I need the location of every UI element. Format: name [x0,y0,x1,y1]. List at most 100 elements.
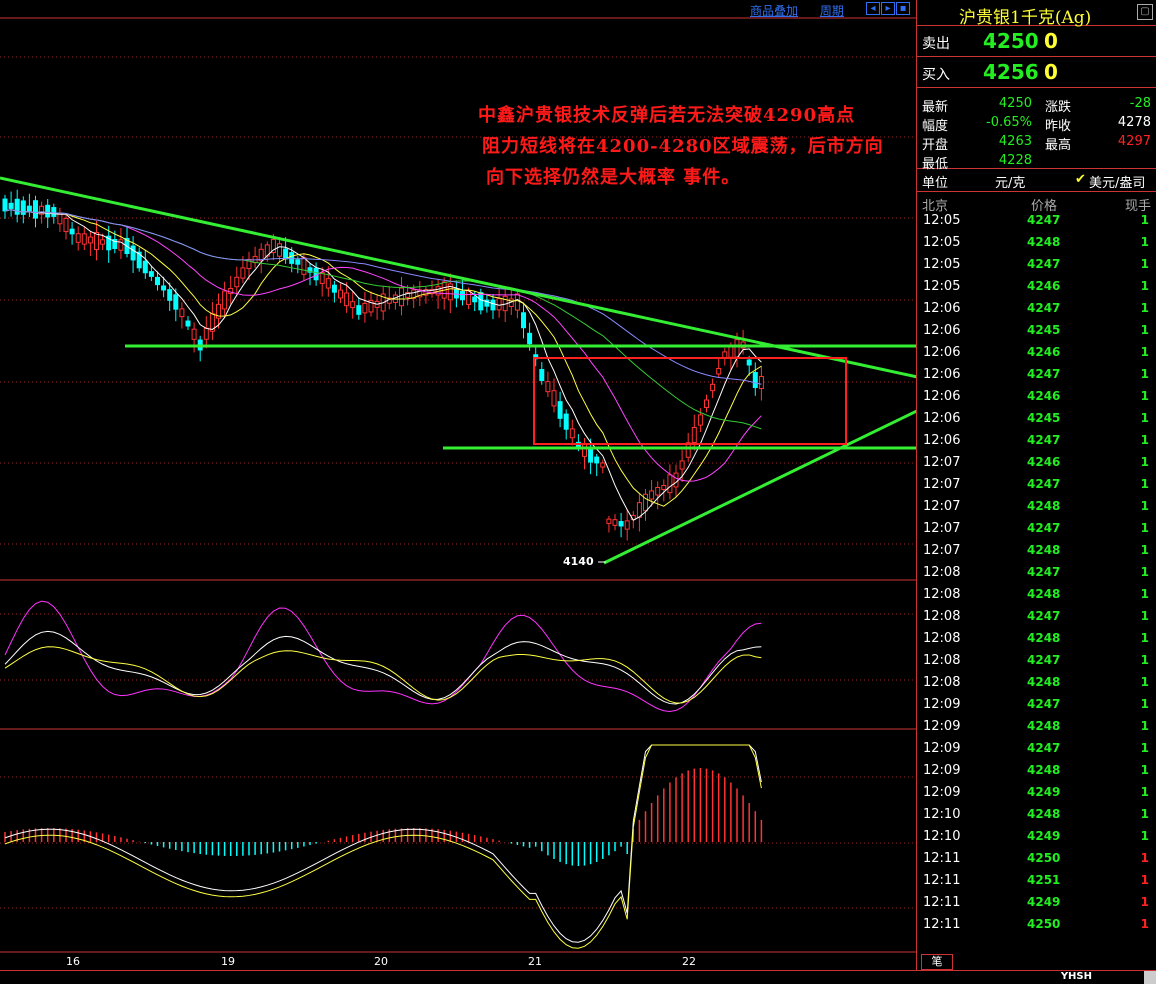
trade-qty: 1 [1140,455,1149,469]
trade-time: 12:07 [923,455,961,470]
trade-qty: 1 [1140,257,1149,271]
candle [710,383,716,392]
trade-time: 12:06 [923,345,961,360]
period-button[interactable]: 周期 [820,4,844,18]
col-qty: 现手 [1124,199,1151,214]
trade-time: 12:09 [923,741,961,756]
range-box [533,357,847,445]
trade-price: 4247 [1027,609,1061,623]
trade-price: 4249 [1027,895,1061,909]
trade-qty: 1 [1140,917,1149,931]
candle [624,520,630,530]
list-item: 12:05 4248 1 [917,235,1156,257]
candle [594,456,600,464]
quote-stats: 最新 4250 涨跌 -28 幅度 -0.65% 昨收 4278 开盘 4263 最高 4297 最低 4… [917,88,1156,172]
trades-header: 北京 价格 现手 [917,192,1156,214]
trade-qty: 1 [1140,631,1149,645]
sell-price: 4250 [983,29,1039,53]
list-item: 12:06 4247 1 [917,433,1156,455]
stat-value: 4263 [998,134,1032,149]
candle [130,245,136,261]
candle [606,518,612,524]
ma5-line [4,209,762,521]
list-item: 12:08 4247 1 [917,609,1156,631]
candle [51,207,57,217]
trade-time: 12:07 [923,521,961,536]
sell-label: 卖出 [922,36,950,52]
stat-key: 涨跌 [1045,100,1072,115]
trendline-rising [603,409,916,565]
candle [667,474,673,494]
candle [521,312,526,329]
candle [45,204,51,218]
unit-alt-option[interactable]: 美元/盎司 [1089,172,1145,191]
candle [734,339,740,358]
next-arrow-icon[interactable]: ▸ [881,2,895,15]
candle [582,443,587,457]
trade-time: 12:05 [923,213,961,228]
x-tick-label: 16 [66,955,80,968]
trade-time: 12:06 [923,389,961,404]
low-price-marker: 4140 [563,555,594,568]
candle [63,217,69,233]
trade-price: 4247 [1027,301,1061,315]
candle [661,484,667,491]
stat-key: 幅度 [922,119,949,134]
trade-qty: 1 [1140,477,1149,491]
list-item: 12:11 4250 1 [917,917,1156,939]
candle [301,257,307,275]
candle [344,292,350,307]
candle [600,462,606,468]
tab-ticks[interactable]: 笔 [921,954,953,970]
candle [57,212,63,225]
trade-qty: 1 [1140,851,1149,865]
candle [514,293,520,311]
x-tick-label: 19 [221,955,235,968]
trade-price: 4246 [1027,345,1061,359]
stat-value: -0.65% [986,115,1032,130]
unit-value[interactable]: 元/克 [995,172,1025,191]
candle [691,426,697,444]
stat-value: -28 [1129,96,1151,111]
trade-qty: 1 [1140,389,1149,403]
stat-key: 昨收 [1045,119,1072,134]
candle [283,248,289,260]
stat-value: 4250 [998,96,1032,111]
trade-time: 12:11 [923,873,961,888]
trade-price: 4247 [1027,257,1061,271]
candle [75,233,81,243]
zoom-icon[interactable]: ▪ [896,2,910,15]
overlay-button[interactable]: 商品叠加 [750,4,798,18]
trade-qty: 1 [1140,367,1149,381]
candle [118,239,124,251]
trade-price: 4247 [1027,653,1061,667]
trade-time: 12:05 [923,235,961,250]
osc-k-line [4,630,762,705]
trade-price: 4248 [1027,543,1061,557]
trade-time: 12:11 [923,851,961,866]
list-item: 12:06 4247 1 [917,367,1156,389]
trade-qty: 1 [1140,213,1149,227]
close-icon[interactable]: ▢ [1137,4,1153,20]
trade-time: 12:10 [923,829,961,844]
trade-qty: 1 [1140,807,1149,821]
annotation-line-3: 向下选择仍然是大概率 事件。 [486,167,741,188]
candle [527,332,533,345]
list-item: 12:11 4249 1 [917,895,1156,917]
x-tick-label: 21 [528,955,542,968]
trade-price: 4246 [1027,389,1061,403]
scroll-button[interactable] [1144,971,1156,984]
prev-arrow-icon[interactable]: ◂ [866,2,880,15]
osc-j-line [4,600,762,712]
candle [2,198,8,212]
list-item: 12:05 4246 1 [917,279,1156,301]
list-item: 12:08 4248 1 [917,631,1156,653]
trade-time: 12:09 [923,763,961,778]
trade-qty: 1 [1140,411,1149,425]
candle [338,289,343,299]
trade-price: 4245 [1027,411,1061,425]
kline-chart-area[interactable]: 商品叠加 周期 ◂ ▸ ▪ 中鑫沪贵银技术反弹后若无法突破4290高点 阻力短线将在… [0,0,916,970]
candle [191,328,197,340]
candle [679,460,685,470]
trade-price: 4247 [1027,433,1061,447]
